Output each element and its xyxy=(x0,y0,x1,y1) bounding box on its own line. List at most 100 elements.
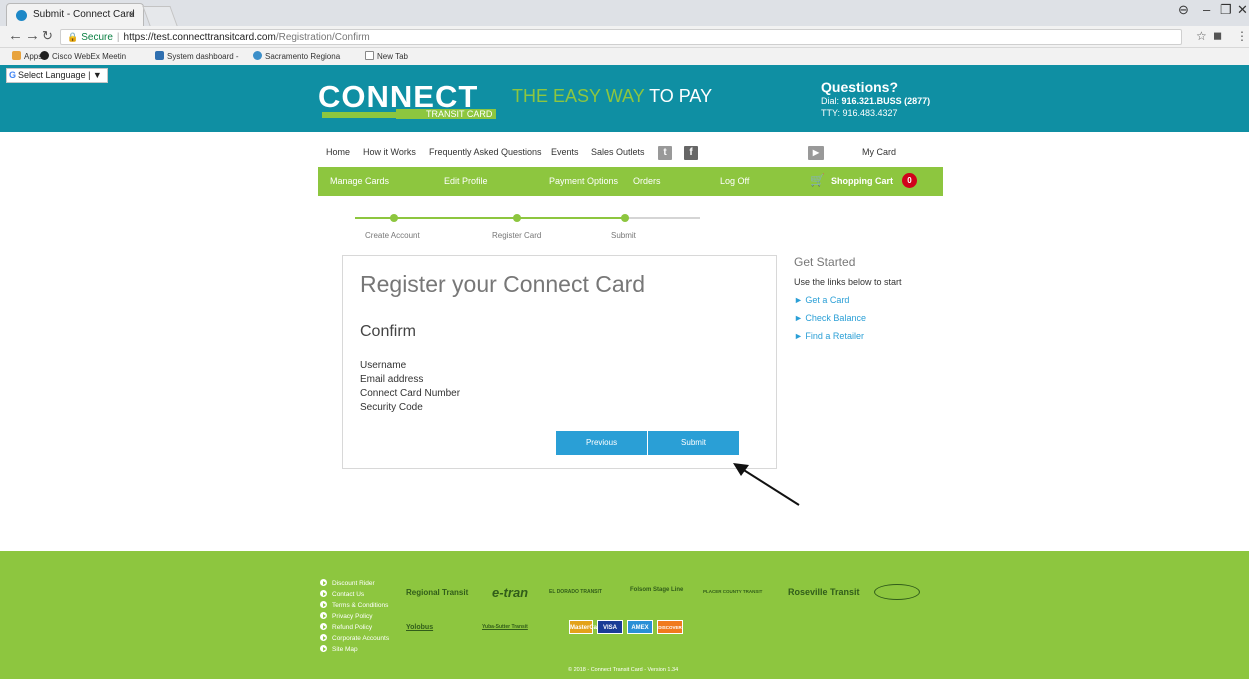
regional-transit-logo[interactable]: Regional Transit xyxy=(406,588,468,597)
amex-logo: AMEX xyxy=(627,620,653,634)
form-title: Register your Connect Card xyxy=(360,271,646,297)
shopping-cart-link[interactable]: Shopping Cart xyxy=(831,176,893,186)
bookmark-new-tab[interactable]: New Tab xyxy=(365,48,408,65)
footer-link-label: Corporate Accounts xyxy=(332,635,390,642)
play-circle-icon xyxy=(320,634,327,641)
bookmark-star-icon[interactable]: ☆ xyxy=(1196,29,1207,43)
main-panel: Create Account Register Card Submit Regi… xyxy=(318,196,943,566)
logo-subtitle: TRANSIT CARD xyxy=(396,109,497,119)
footer-link-corporate[interactable]: Corporate Accounts xyxy=(320,633,389,644)
facebook-icon[interactable]: f xyxy=(684,146,698,160)
browser-tab[interactable]: Submit - Connect Card × xyxy=(6,3,144,26)
bookmark-system-dashboard[interactable]: System dashboard - xyxy=(155,48,239,65)
footer-link-contact-us[interactable]: Contact Us xyxy=(320,589,389,600)
yuba-sutter-transit-logo[interactable]: Yuba-Sutter Transit xyxy=(482,624,528,630)
el-dorado-transit-logo[interactable]: EL DORADO TRANSIT xyxy=(549,589,602,595)
forward-icon[interactable]: → xyxy=(25,27,40,44)
dashboard-icon xyxy=(155,51,164,60)
sidebar-link-label: Get a Card xyxy=(805,295,850,305)
play-circle-icon xyxy=(320,590,327,597)
nav-home[interactable]: Home xyxy=(326,147,350,157)
bookmarks-bar: Apps Cisco WebEx Meetin System dashboard… xyxy=(0,48,1249,65)
yolobus-logo[interactable]: Yolobus xyxy=(406,624,433,631)
sidebar-title: Get Started xyxy=(794,255,856,269)
tagline-green: THE EASY WAY xyxy=(512,86,645,106)
bookmark-webex[interactable]: Cisco WebEx Meetin xyxy=(40,48,126,65)
nav-how-it-works[interactable]: How it Works xyxy=(363,147,416,157)
play-circle-icon xyxy=(320,601,327,608)
play-circle-icon xyxy=(320,645,327,652)
footer-link-label: Refund Policy xyxy=(332,624,373,631)
nav-log-off[interactable]: Log Off xyxy=(720,176,749,186)
nav-orders[interactable]: Orders xyxy=(633,176,661,186)
back-icon[interactable]: ← xyxy=(8,27,23,44)
submit-button[interactable]: Submit xyxy=(648,431,739,455)
webex-icon xyxy=(40,51,49,60)
dial-line: Dial: 916.321.BUSS (2877) xyxy=(821,95,930,107)
close-window-icon[interactable]: ✕ xyxy=(1237,2,1248,18)
close-tab-icon[interactable]: × xyxy=(129,4,135,26)
site-favicon-icon xyxy=(16,10,27,21)
step-dot-submit xyxy=(621,214,629,222)
nav-sales-outlets[interactable]: Sales Outlets xyxy=(591,147,645,157)
link-find-retailer[interactable]: ► Find a Retailer xyxy=(794,331,934,341)
secure-label: Secure xyxy=(81,32,113,43)
nav-edit-profile[interactable]: Edit Profile xyxy=(444,176,488,186)
play-circle-icon xyxy=(320,579,327,586)
browser-tab-bar: Submit - Connect Card × ⊖ – ❐ ✕ xyxy=(0,0,1249,26)
dial-label: Dial: xyxy=(821,96,840,106)
link-get-a-card[interactable]: ► Get a Card xyxy=(794,295,934,305)
shopping-cart-icon[interactable]: 🛒 xyxy=(810,173,825,187)
link-check-balance[interactable]: ► Check Balance xyxy=(794,313,934,323)
nav-events[interactable]: Events xyxy=(551,147,579,157)
extension-icon[interactable]: ◼ xyxy=(1213,29,1222,42)
footer-link-site-map[interactable]: Site Map xyxy=(320,644,389,655)
folsom-stage-line-logo[interactable]: Folsom Stage Line xyxy=(630,587,683,593)
bookmark-apps[interactable]: Apps xyxy=(12,48,42,65)
lock-icon: 🔒 xyxy=(67,32,79,42)
profile-icon[interactable]: ⊖ xyxy=(1178,2,1189,18)
footer-links: Discount Rider Contact Us Terms & Condit… xyxy=(320,578,389,655)
bookmark-label: New Tab xyxy=(377,52,408,61)
page-icon xyxy=(365,51,374,60)
nav-my-card[interactable]: My Card xyxy=(862,147,896,157)
step-label-register-card: Register Card xyxy=(492,231,542,240)
new-tab-button[interactable] xyxy=(142,6,178,26)
nav-payment-options[interactable]: Payment Options xyxy=(549,176,618,186)
nav-manage-cards[interactable]: Manage Cards xyxy=(330,176,389,186)
site-footer: Discount Rider Contact Us Terms & Condit… xyxy=(0,551,1249,679)
step-dot-create-account xyxy=(390,214,398,222)
footer-link-refund[interactable]: Refund Policy xyxy=(320,622,389,633)
footer-link-label: Contact Us xyxy=(332,591,365,598)
footer-link-terms[interactable]: Terms & Conditions xyxy=(320,600,389,611)
footer-link-discount-rider[interactable]: Discount Rider xyxy=(320,578,389,589)
contact-info: Questions? Dial: 916.321.BUSS (2877) TTY… xyxy=(821,79,930,119)
language-select[interactable]: G Select Language | ▼ xyxy=(6,68,108,83)
discover-logo: DISCOVER xyxy=(657,620,683,634)
step-dot-register-card xyxy=(513,214,521,222)
field-list: Username Email address Connect Card Numb… xyxy=(360,359,460,415)
google-translate-icon: G xyxy=(9,70,17,80)
footer-link-label: Terms & Conditions xyxy=(332,602,389,609)
placer-county-transit-logo[interactable]: PLACER COUNTY TRANSIT xyxy=(703,589,762,594)
getalong-logo-icon[interactable] xyxy=(874,584,920,600)
bookmark-label: Cisco WebEx Meetin xyxy=(52,52,127,61)
menu-icon[interactable]: ⋮ xyxy=(1236,29,1248,43)
reload-icon[interactable]: ↻ xyxy=(42,28,53,44)
sidebar-link-label: Check Balance xyxy=(805,313,866,323)
roseville-transit-logo[interactable]: Roseville Transit xyxy=(788,587,860,597)
youtube-icon[interactable]: ▶ xyxy=(808,146,824,160)
cart-count-badge: 0 xyxy=(902,173,917,188)
get-started-sidebar: Get Started Use the links below to start… xyxy=(794,255,934,341)
etran-logo[interactable]: e-tran xyxy=(492,585,528,600)
url-input[interactable]: 🔒 Secure | https://test.connecttransitcard.… xyxy=(60,29,1182,45)
bookmark-sacramento[interactable]: Sacramento Regiona xyxy=(253,48,340,65)
restore-icon[interactable]: ❐ xyxy=(1220,2,1232,18)
twitter-icon[interactable]: t xyxy=(658,146,672,160)
nav-faq[interactable]: Frequently Asked Questions xyxy=(429,147,542,157)
footer-link-privacy[interactable]: Privacy Policy xyxy=(320,611,389,622)
previous-button[interactable]: Previous xyxy=(556,431,647,455)
footer-link-label: Privacy Policy xyxy=(332,613,373,620)
minimize-icon[interactable]: – xyxy=(1203,2,1210,17)
visa-logo: VISA xyxy=(597,620,623,634)
